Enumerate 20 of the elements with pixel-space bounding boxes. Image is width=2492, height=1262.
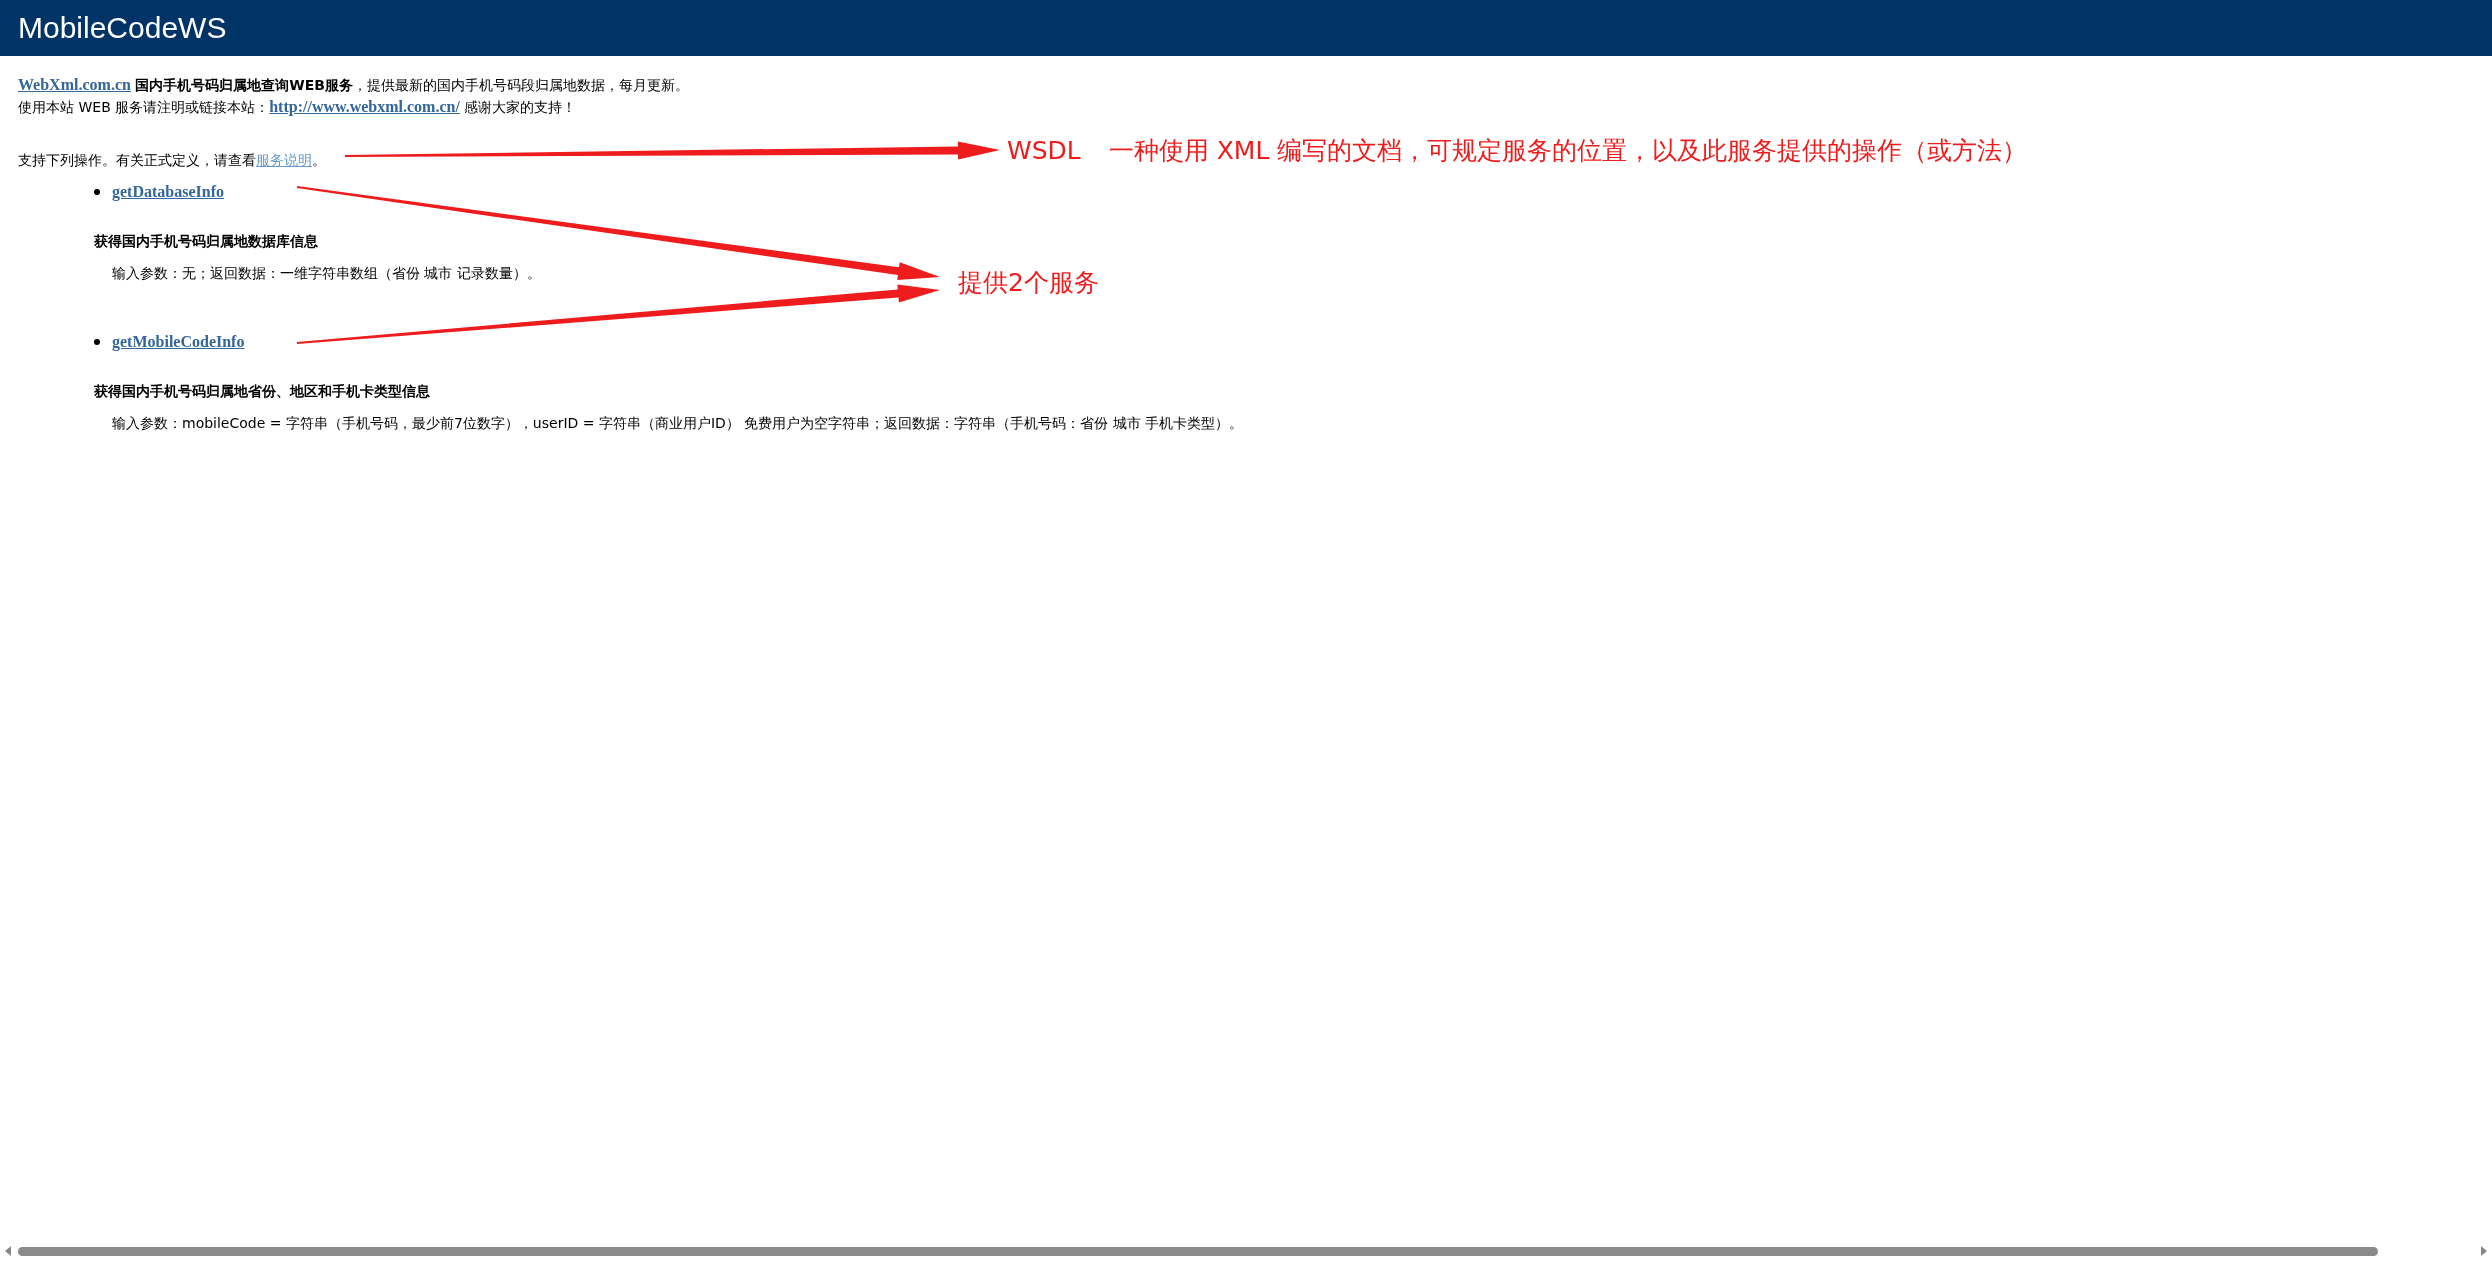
- operation-title: 获得国内手机号码归属地省份、地区和手机卡类型信息: [94, 382, 430, 401]
- scroll-right-icon[interactable]: [2480, 1246, 2488, 1256]
- operation-description: 输入参数：mobileCode = 字符串（手机号码，最少前7位数字），userID = 字符串（商业用户ID） 免费用户为空字符串；返回数据：字符串（手机号码：省份 城市 手机卡类型）。: [112, 414, 1244, 433]
- operation-description: 输入参数：无；返回数据：一维字符串数组（省份 城市 记录数量）。: [112, 264, 541, 283]
- url-link[interactable]: http://www.webxml.com.cn/: [269, 98, 460, 115]
- annotation-text: 提供2个服务: [958, 268, 1099, 297]
- support-text: 支持下列操作。有关正式定义，请查看服务说明。: [18, 151, 326, 170]
- page-title: MobileCodeWS: [18, 11, 227, 45]
- operation-link[interactable]: getMobileCodeInfo: [112, 333, 245, 351]
- annotation-text: 一种使用 XML 编写的文档，可规定服务的位置，以及此服务提供的操作（或方法）: [1108, 136, 2028, 166]
- annotation-term: WSDL: [1007, 136, 1081, 166]
- site-link[interactable]: WebXml.com.cn: [18, 76, 131, 93]
- operation-link[interactable]: getDatabaseInfo: [112, 183, 224, 201]
- bullet-icon: [94, 339, 100, 345]
- scroll-left-icon[interactable]: [4, 1246, 12, 1256]
- intro-text: 使用本站 WEB 服务请注明或链接本站：http://www.webxml.com.cn/ 感谢大家的支持！: [18, 97, 577, 118]
- bullet-icon: [94, 189, 100, 195]
- intro-text: WebXml.com.cn 国内手机号码归属地查询WEB服务，提供最新的国内手机号码段归属地数据，每月更新。: [18, 75, 689, 95]
- service-description-link[interactable]: 服务说明: [256, 152, 312, 168]
- operation-title: 获得国内手机号码归属地数据库信息: [94, 232, 318, 251]
